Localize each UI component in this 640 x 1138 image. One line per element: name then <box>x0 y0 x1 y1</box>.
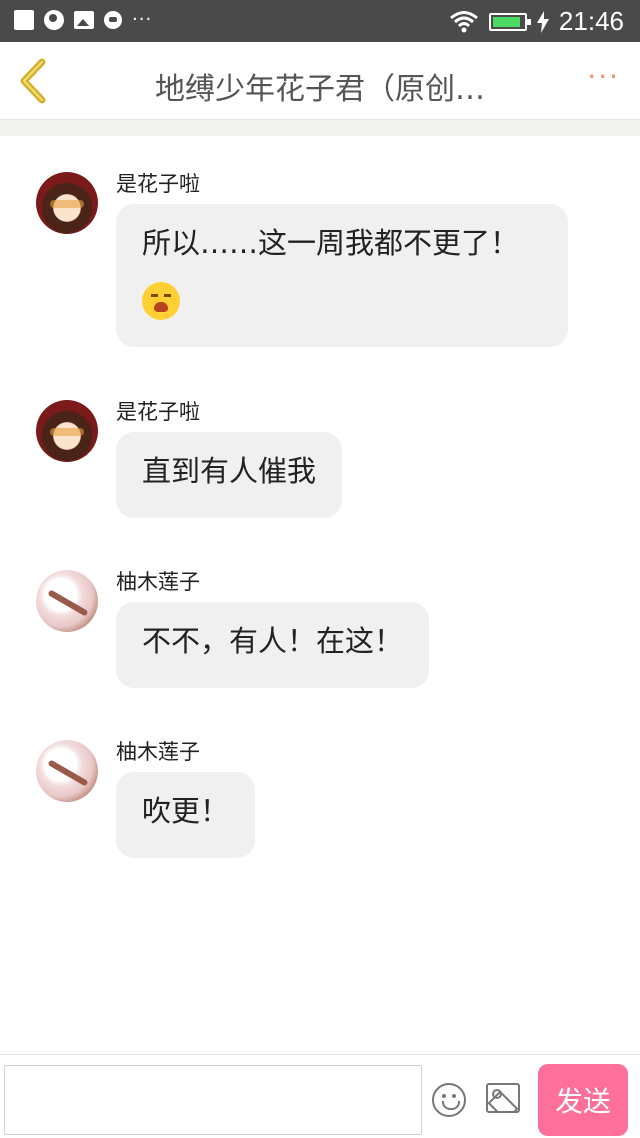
message-input[interactable] <box>4 1065 422 1135</box>
wifi-icon <box>449 10 478 32</box>
smiley-icon[interactable] <box>432 1083 466 1117</box>
message-text: 不不，有人！在这！ <box>142 624 404 658</box>
globe-icon <box>44 10 64 30</box>
avatar[interactable] <box>36 400 98 462</box>
message-bubble: 吹更！ <box>116 772 256 858</box>
system-icons: 21:46 <box>449 6 624 37</box>
chevron-left-icon <box>20 58 46 104</box>
send-button[interactable]: 发送 <box>538 1064 628 1136</box>
more-notifications-icon: ··· <box>132 9 153 30</box>
message-bubble: 直到有人催我 <box>116 432 343 518</box>
notification-icons: ··· <box>14 10 152 30</box>
picture-icon[interactable] <box>486 1083 520 1113</box>
page-title: 地缚少年花子君（原创… <box>155 72 485 107</box>
image-icon <box>74 11 94 29</box>
avatar[interactable] <box>36 740 98 802</box>
message-bubble: 所以……这一周我都不更了！ <box>116 204 568 347</box>
sender-name: 柚木莲子 <box>116 570 200 594</box>
avatar[interactable] <box>36 172 98 234</box>
header-divider <box>0 120 640 136</box>
sender-name: 是花子啦 <box>116 172 200 196</box>
square-notification-icon <box>14 10 34 30</box>
back-button[interactable] <box>12 54 62 108</box>
avatar[interactable] <box>36 570 98 632</box>
message-text: 直到有人催我 <box>142 454 317 488</box>
crying-face-emoji <box>142 282 180 320</box>
chat-icon <box>104 11 122 29</box>
message-text: 所以……这一周我都不更了！ <box>142 226 520 260</box>
status-bar: ··· 21:46 <box>0 0 640 42</box>
sender-name: 是花子啦 <box>116 400 200 424</box>
sender-name: 柚木莲子 <box>116 740 200 764</box>
charging-icon <box>536 10 549 33</box>
more-dots-icon[interactable]: ··· <box>587 63 620 91</box>
input-bar: 发送 <box>0 1054 640 1138</box>
message-bubble: 不不，有人！在这！ <box>116 602 430 688</box>
chat-header: 地缚少年花子君（原创… ··· <box>0 42 640 120</box>
message-text: 吹更！ <box>142 794 230 828</box>
battery-icon <box>488 12 531 31</box>
clock: 21:46 <box>558 6 624 36</box>
